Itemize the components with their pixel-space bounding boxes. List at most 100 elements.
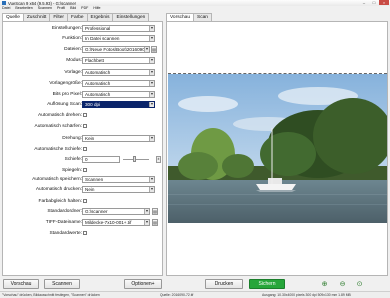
preview-tabs: Vorschau Scan: [166, 13, 212, 21]
chevron-down-icon: ▼: [149, 92, 154, 97]
status-hint: "Vorschau" drücken, Bildausschnitt festl…: [2, 293, 100, 297]
chevron-down-icon: ▼: [149, 102, 154, 107]
standardordner-browse-button[interactable]: ▤: [152, 208, 158, 215]
menu-datei[interactable]: Datei: [2, 6, 10, 11]
scannen-button[interactable]: Scannen: [44, 279, 80, 289]
close-button[interactable]: ×: [379, 0, 389, 5]
schiefe-input[interactable]: 0: [82, 156, 120, 163]
vorlage-select[interactable]: Automatisch ▼: [82, 69, 155, 76]
auto-drucken-label: Automatisch drucken:: [35, 187, 82, 192]
menu-bearbeiten[interactable]: Bearbeiten: [15, 6, 32, 11]
row-standardwerte: Standardwerte:: [3, 230, 164, 238]
zoom-fit-icon[interactable]: ⊙: [355, 280, 364, 289]
auto-drehen-label: Automatisch drehen:: [38, 113, 82, 118]
settings-tabs: Quelle Zuschnitt Filter Farbe Ergebnis E…: [2, 13, 150, 21]
app-icon: [2, 1, 6, 5]
tab-farbe[interactable]: Farbe: [67, 13, 88, 21]
drucken-button[interactable]: Drucken: [205, 279, 243, 289]
schiefe-spin-button[interactable]: ±: [156, 156, 161, 163]
row-tiff: TIFF-Dateiname: Mildecke-7x10-001+.tif ▼ …: [3, 219, 164, 227]
tab-filter[interactable]: Filter: [49, 13, 69, 21]
menu-scannen[interactable]: Scannen: [38, 6, 52, 11]
row-drehung: Drehung: Kein ▼: [3, 135, 164, 143]
minimize-button[interactable]: –: [359, 0, 369, 5]
action-bar: Vorschau Scannen Optionen+ Drucken Siche…: [0, 277, 390, 291]
menu-pdf[interactable]: PDF: [81, 6, 88, 11]
vorlage-value: Automatisch: [85, 70, 111, 75]
optionen-button[interactable]: Optionen+: [124, 279, 162, 289]
schiefe-slider-track[interactable]: [123, 159, 149, 160]
tab-ergebnis[interactable]: Ergebnis: [86, 13, 114, 21]
zoom-in-icon[interactable]: ⊕: [320, 280, 329, 289]
vorlagengroesse-label: Vorlagengröße:: [49, 81, 82, 86]
settings-panel: Einstellungen: Professional ▼ Funktion: I…: [2, 21, 163, 276]
sichern-button[interactable]: Sichern: [249, 279, 285, 289]
tab-einstellungen[interactable]: Einstellungen: [112, 13, 150, 21]
row-vorlagengroesse: Vorlagengröße: Automatisch ▼: [3, 80, 164, 88]
dateien-select[interactable]: G:\Neue Fotos\Boot\2016090 ▼: [82, 46, 150, 53]
menu-profil[interactable]: Profil: [57, 6, 65, 11]
tab-quelle[interactable]: Quelle: [2, 13, 24, 21]
dateien-browse-button[interactable]: ▤: [151, 46, 157, 53]
farbabgleich-checkbox[interactable]: [83, 199, 87, 203]
spiegeln-label: Spiegeln:: [61, 168, 82, 173]
modus-label: Modus:: [66, 58, 82, 63]
chevron-down-icon: ▼: [144, 209, 149, 214]
row-aufloesung: Auflösung Scan: 300 dpi ▼: [3, 101, 164, 109]
auto-schaerfen-checkbox[interactable]: [83, 124, 87, 128]
row-farbabgleich: Farbabgleich halten:: [3, 198, 164, 206]
preview-image[interactable]: [168, 73, 387, 223]
tiff-browse-button[interactable]: ▤: [152, 219, 158, 226]
chevron-down-icon: ▼: [144, 220, 149, 225]
standardwerte-label: Standardwerte:: [49, 231, 82, 236]
einstellungen-label: Einstellungen:: [51, 26, 82, 31]
menu-bild[interactable]: Bild: [70, 6, 76, 11]
vuescan-window: VueScan 9 x64 (9.5.93) - G:\scanner – □ …: [0, 0, 390, 298]
modus-select[interactable]: Flachbett ▼: [82, 57, 155, 64]
vorschau-button[interactable]: Vorschau: [3, 279, 39, 289]
funktion-label: Funktion:: [62, 36, 82, 41]
chevron-down-icon: ▼: [149, 136, 154, 141]
window-controls: – □ ×: [359, 0, 389, 5]
auto-schiefe-checkbox[interactable]: [83, 147, 87, 151]
vorlagengroesse-value: Automatisch: [85, 81, 111, 86]
maximize-button[interactable]: □: [369, 0, 379, 5]
drehung-select[interactable]: Kein ▼: [82, 135, 155, 142]
auto-speichern-select[interactable]: Scannen ▼: [82, 176, 155, 183]
spiegeln-checkbox[interactable]: [83, 168, 87, 172]
dateien-value: G:\Neue Fotos\Boot\2016090: [85, 47, 145, 52]
chevron-down-icon: ▼: [149, 36, 154, 41]
einstellungen-select[interactable]: Professional ▼: [82, 25, 155, 32]
menu-hilfe[interactable]: Hilfe: [93, 6, 100, 11]
funktion-value: In Datei scannen: [85, 36, 120, 41]
chevron-down-icon: ▼: [149, 70, 154, 75]
bits-select[interactable]: Automatisch ▼: [82, 91, 155, 98]
row-bits: Bits pro Pixel: Automatisch ▼: [3, 91, 164, 99]
schiefe-slider-thumb[interactable]: [133, 156, 136, 162]
tab-scan[interactable]: Scan: [193, 13, 212, 21]
aufloesung-select[interactable]: 300 dpi ▼: [82, 101, 155, 108]
vorlagengroesse-select[interactable]: Automatisch ▼: [82, 80, 155, 87]
status-bar: "Vorschau" drücken, Bildausschnitt festl…: [0, 291, 390, 298]
row-funktion: Funktion: In Datei scannen ▼: [3, 35, 164, 43]
auto-drucken-select[interactable]: Nein ▼: [82, 186, 155, 193]
tab-zuschnitt[interactable]: Zuschnitt: [22, 13, 51, 21]
tab-vorschau[interactable]: Vorschau: [166, 13, 195, 21]
preview-photo: [168, 74, 387, 223]
row-schiefe: Schiefe: 0 ±: [3, 156, 164, 164]
window-title: VueScan 9 x64 (9.5.93) - G:\scanner: [8, 0, 77, 6]
drehung-label: Drehung:: [62, 136, 82, 141]
standardwerte-checkbox[interactable]: [83, 231, 87, 235]
chevron-down-icon: ▼: [144, 47, 149, 52]
chevron-down-icon: ▼: [149, 177, 154, 182]
auto-schaerfen-label: Automatisch schärfen:: [34, 124, 82, 129]
row-auto-speichern: Automatisch speichern: Scannen ▼: [3, 176, 164, 184]
auto-drehen-checkbox[interactable]: [83, 113, 87, 117]
zoom-out-icon[interactable]: ⊖: [338, 280, 347, 289]
standardordner-select[interactable]: G:\scanner ▼: [82, 208, 150, 215]
standardordner-value: G:\scanner: [85, 209, 108, 214]
row-vorlage: Vorlage: Automatisch ▼: [3, 69, 164, 77]
funktion-select[interactable]: In Datei scannen ▼: [82, 35, 155, 42]
tiff-select[interactable]: Mildecke-7x10-001+.tif ▼: [82, 219, 150, 226]
status-source: Quelle: 2016090-72.tif: [160, 293, 194, 297]
